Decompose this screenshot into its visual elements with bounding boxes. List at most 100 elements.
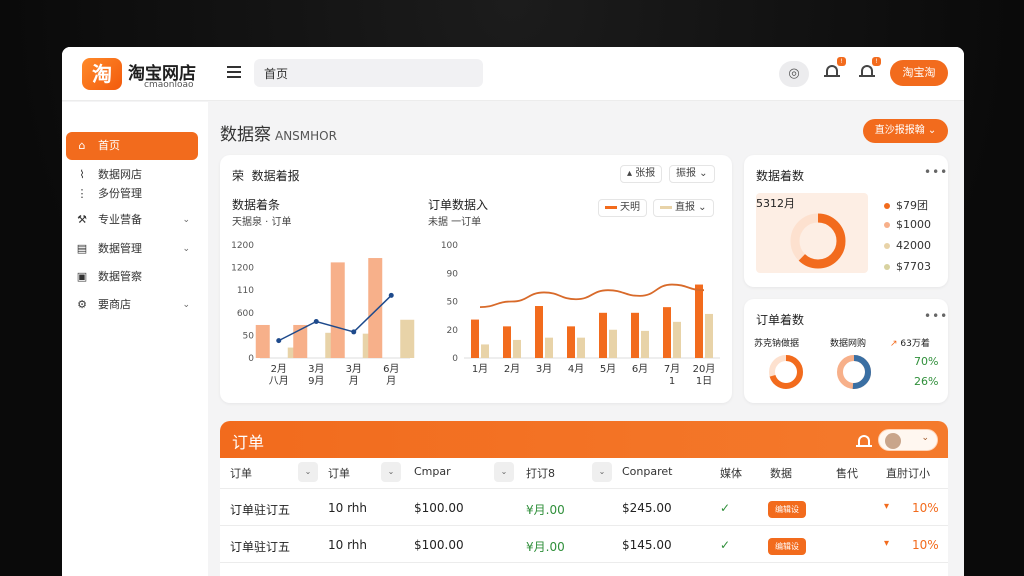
row-divider <box>220 525 948 526</box>
orders-title: 订单 <box>232 433 265 452</box>
filter-pill-a-label: 张报 <box>635 168 656 179</box>
trend-arrow-icon: ↗ <box>890 339 898 349</box>
sales-bar-chart: 050600110120012002月八月3月9月3月月6月月 <box>231 241 415 387</box>
bar <box>695 284 703 358</box>
edit-tag-button[interactable]: 编辑设 <box>768 501 806 518</box>
filter-pill-b[interactable]: 振报 ⌄ <box>669 165 715 183</box>
monitor-icon: ▣ <box>76 270 88 283</box>
col-header-media[interactable]: 媒体 <box>720 465 742 481</box>
y-tick-label: 50 <box>447 298 459 308</box>
period-dropdown[interactable]: 直沙报报翰 ⌄ <box>863 119 948 143</box>
chevron-down-icon: ⌄ <box>921 433 929 443</box>
sidebar-item-management[interactable]: ⋮ 多份管理 <box>66 184 198 204</box>
legend-dot <box>884 222 890 228</box>
legend-b-label: 直报 <box>675 202 695 213</box>
col-header-agent[interactable]: 售代 <box>836 465 858 481</box>
cell-name: 订单驻订五 <box>230 540 291 554</box>
x-tick-label: 6月 <box>383 363 399 375</box>
bar <box>535 306 543 358</box>
col-header-conparet[interactable]: Conparet <box>622 465 672 478</box>
cell-price: $100.00 <box>414 501 464 515</box>
sort-icon[interactable]: ⌄ <box>494 462 514 482</box>
bar <box>673 321 681 358</box>
left-chart-title: 数据着条 <box>232 198 281 212</box>
message-bell-icon[interactable]: ! <box>859 57 881 81</box>
cell-rate: ¥月.00 <box>526 503 565 517</box>
y-tick-label: 0 <box>248 354 254 364</box>
edit-tag-button[interactable]: 编辑设 <box>768 538 806 555</box>
sidebar-item-home[interactable]: ⌂ 首页 <box>66 132 198 160</box>
orders-stat-pct-b: 26% <box>914 375 939 388</box>
legend-pill-a[interactable]: 天明 <box>598 199 647 217</box>
orders-stat-col-c: ↗ 63万着 <box>890 336 930 349</box>
search-input[interactable] <box>254 59 483 87</box>
sidebar-item-marketing[interactable]: ⚒ 专业营备 ⌄ <box>66 206 198 234</box>
cell-total: $245.00 <box>622 501 672 515</box>
x-tick-label: 4月 <box>568 363 584 375</box>
x-tick-label: 八月 <box>269 375 289 387</box>
y-tick-label: 90 <box>447 269 459 279</box>
chart-icon: ⌇ <box>79 168 85 181</box>
legend-pill-b[interactable]: 直报 ⌄ <box>653 199 714 217</box>
line-point <box>351 329 357 335</box>
bar <box>503 326 511 358</box>
left-chart-subtitle: 天据泉 · 订单 <box>232 217 292 228</box>
notification-bell-icon[interactable]: ! <box>824 57 846 81</box>
stats-donut-chart <box>790 213 846 269</box>
stats-legend-item: $79团 <box>884 197 928 213</box>
col-header-data[interactable]: 数据 <box>770 465 792 481</box>
y-tick-label: 110 <box>237 286 254 296</box>
stats-legend-item: $1000 <box>884 218 931 231</box>
x-tick-label: 月 <box>349 375 359 387</box>
chevron-down-icon: ⌄ <box>182 244 190 254</box>
sidebar-item-store[interactable]: ⚙ 要商店 ⌄ <box>66 291 198 319</box>
sidebar-item-label: 多份管理 <box>98 187 142 200</box>
x-tick-label: 1月 <box>472 363 488 375</box>
sidebar-item-label: 专业营备 <box>98 213 142 226</box>
cell-name: 订单驻订五 <box>230 503 291 517</box>
more-options-icon[interactable]: ••• <box>924 165 948 179</box>
login-button[interactable]: 淘宝淘 <box>890 60 948 86</box>
col-header-compare[interactable]: Cmpar <box>414 465 451 478</box>
cell-pct: 10% <box>912 501 939 515</box>
filter-pill-b-label: 振报 <box>676 168 696 179</box>
col-header-order[interactable]: 订单 <box>230 465 252 481</box>
sales-card-title: 荣 数据着报 <box>232 167 300 184</box>
sidebar-item-monitor[interactable]: ▣ 数据管察 <box>66 263 198 291</box>
logo-icon: 淘 <box>82 58 122 90</box>
bar <box>705 313 713 358</box>
avatar <box>885 433 901 449</box>
x-tick-label: 2月 <box>271 363 287 375</box>
trend-arrow-icon: ▾ <box>884 538 890 549</box>
x-tick-label: 5月 <box>600 363 616 375</box>
store-icon: ⚙ <box>77 298 87 311</box>
hamburger-menu-icon[interactable] <box>227 66 241 78</box>
orders-ring-a <box>769 355 803 389</box>
settings-icon[interactable]: ◎ <box>779 61 809 87</box>
col-header-direct[interactable]: 直肘订小 <box>886 465 930 481</box>
x-tick-label: 7月 <box>664 363 680 375</box>
col-header-rate[interactable]: 打订8 <box>526 465 555 481</box>
bar <box>663 307 671 358</box>
more-options-icon[interactable]: ••• <box>924 309 948 323</box>
orders-bar-chart: 0 20 50 90 100 1月 2月 3月 4月 5月 6月 7月1 20月1日 <box>441 241 720 387</box>
orders-bell-icon[interactable] <box>856 433 872 451</box>
line-point <box>388 292 394 298</box>
user-menu[interactable]: ⌄ <box>878 429 938 451</box>
cell-qty: 10 rhh <box>328 501 368 515</box>
sidebar-item-data-store[interactable]: ⌇ 数据网店 <box>66 165 198 185</box>
cell-pct: 10% <box>912 538 939 552</box>
sidebar-item-label: 首页 <box>98 139 120 152</box>
x-tick-label: 月 <box>386 375 396 387</box>
col-header-order-2[interactable]: 订单 <box>328 465 350 481</box>
sidebar-item-data-management[interactable]: ▤ 数据管理 ⌄ <box>66 235 198 263</box>
orders-header: 订单 ⌄ <box>220 421 948 458</box>
legend-value: $7703 <box>896 260 931 273</box>
sort-icon[interactable]: ⌄ <box>381 462 401 482</box>
sort-icon[interactable]: ⌄ <box>298 462 318 482</box>
bar <box>513 339 521 358</box>
filter-pill-a[interactable]: ▴ 张报 <box>620 165 663 183</box>
y-tick-label: 600 <box>237 309 254 319</box>
sort-icon[interactable]: ⌄ <box>592 462 612 482</box>
row-divider <box>220 488 948 489</box>
